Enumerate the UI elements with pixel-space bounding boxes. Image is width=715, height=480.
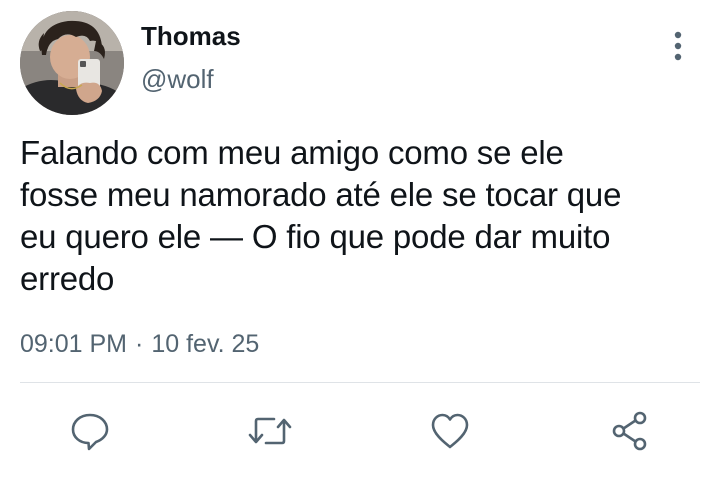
like-button[interactable]: [424, 405, 476, 457]
author-name[interactable]: Thomas: [141, 20, 241, 52]
divider: [20, 382, 700, 383]
author-avatar[interactable]: [20, 11, 124, 115]
heart-icon: [431, 413, 469, 449]
retweet-icon: [248, 417, 292, 445]
tweet-timestamp[interactable]: 09:01 PM · 10 fev. 25: [20, 328, 259, 360]
vertical-ellipsis-icon: [674, 31, 682, 61]
tweet-card: Thomas @wolf Falando com meu amigo como …: [0, 0, 715, 480]
meta-separator: ·: [135, 330, 144, 358]
author-handle[interactable]: @wolf: [141, 63, 214, 95]
tweet-text: Falando com meu amigo como se ele fosse …: [20, 134, 622, 297]
reply-button[interactable]: [64, 405, 116, 457]
share-button[interactable]: [604, 405, 656, 457]
retweet-button[interactable]: [244, 405, 296, 457]
tweet-time: 09:01 PM: [20, 330, 128, 358]
action-bar: [0, 405, 715, 457]
tweet-date: 10 fev. 25: [151, 330, 260, 358]
speech-bubble-icon: [71, 413, 109, 451]
avatar-photo-icon: [20, 11, 124, 115]
share-icon: [612, 411, 647, 451]
more-options-button[interactable]: [664, 28, 692, 64]
